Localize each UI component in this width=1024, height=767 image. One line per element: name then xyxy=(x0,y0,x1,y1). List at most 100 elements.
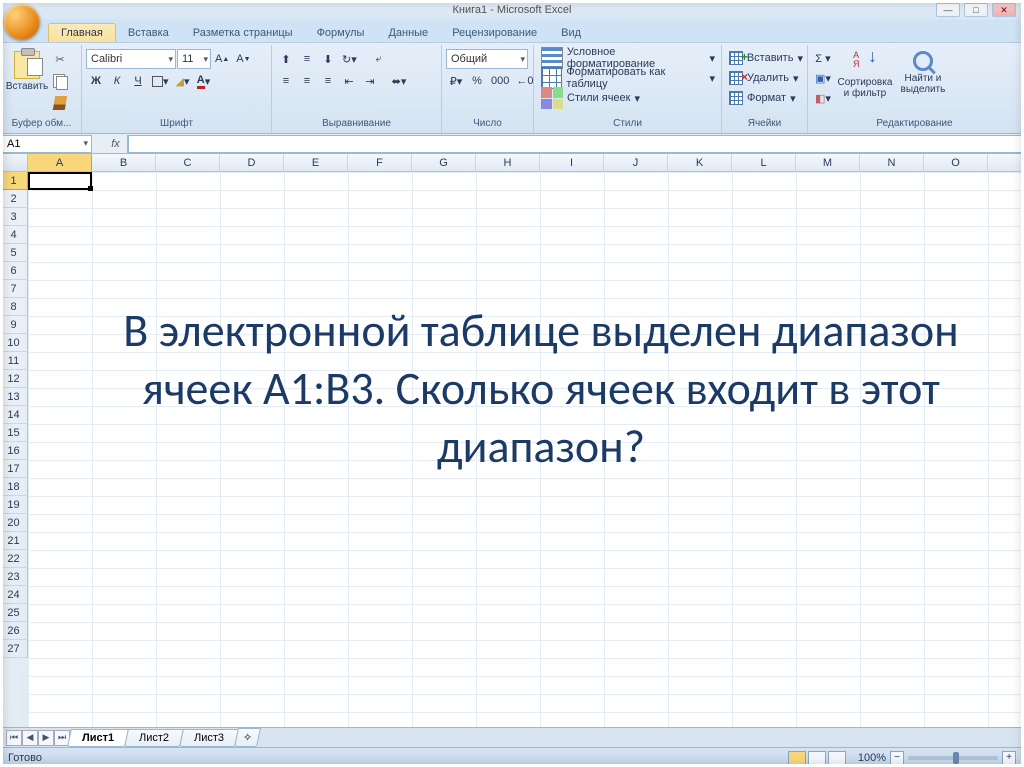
row-header-4[interactable]: 4 xyxy=(0,226,28,244)
row-header-18[interactable]: 18 xyxy=(0,478,28,496)
row-header-24[interactable]: 24 xyxy=(0,586,28,604)
name-box[interactable]: A1 xyxy=(2,135,92,153)
font-size-combo[interactable]: 11 xyxy=(177,49,211,69)
format-painter-button[interactable] xyxy=(50,93,70,113)
paste-button[interactable]: Вставить xyxy=(6,47,48,96)
row-header-6[interactable]: 6 xyxy=(0,262,28,280)
number-format-combo[interactable]: Общий xyxy=(446,49,528,69)
fill-color-button[interactable]: ◢▾ xyxy=(173,71,193,91)
border-button[interactable]: ▾ xyxy=(149,71,172,91)
align-right-button[interactable]: ≡ xyxy=(318,71,338,91)
row-header-9[interactable]: 9 xyxy=(0,316,28,334)
sheet-tab-2[interactable]: Лист2 xyxy=(124,729,184,747)
row-header-8[interactable]: 8 xyxy=(0,298,28,316)
insert-cells-button[interactable]: Вставить ▾ xyxy=(726,48,806,68)
col-header-I[interactable]: I xyxy=(540,154,604,171)
formula-bar[interactable] xyxy=(128,135,1022,153)
tab-home[interactable]: Главная xyxy=(48,23,116,42)
align-middle-button[interactable]: ≡ xyxy=(297,49,317,69)
col-header-A[interactable]: A xyxy=(28,154,92,171)
row-header-27[interactable]: 27 xyxy=(0,640,28,658)
row-header-20[interactable]: 20 xyxy=(0,514,28,532)
fx-button[interactable]: fx xyxy=(104,135,128,153)
wrap-text-button[interactable]: ⤶ xyxy=(361,49,397,69)
view-normal-button[interactable] xyxy=(788,751,806,765)
cell-styles-button[interactable]: Стили ячеек ▾ xyxy=(538,88,718,108)
conditional-formatting-button[interactable]: Условное форматирование ▾ xyxy=(538,48,718,68)
decrease-indent-button[interactable]: ⇤ xyxy=(339,71,359,91)
zoom-in-button[interactable]: + xyxy=(1002,751,1016,765)
row-header-25[interactable]: 25 xyxy=(0,604,28,622)
underline-button[interactable]: Ч xyxy=(128,71,148,91)
copy-button[interactable] xyxy=(50,71,70,91)
zoom-thumb[interactable] xyxy=(953,752,959,764)
cut-button[interactable]: ✂ xyxy=(50,49,70,69)
row-header-2[interactable]: 2 xyxy=(0,190,28,208)
col-header-E[interactable]: E xyxy=(284,154,348,171)
col-header-O[interactable]: O xyxy=(924,154,988,171)
format-cells-button[interactable]: Формат ▾ xyxy=(726,88,806,108)
row-header-14[interactable]: 14 xyxy=(0,406,28,424)
align-bottom-button[interactable]: ⬇ xyxy=(318,49,338,69)
row-header-7[interactable]: 7 xyxy=(0,280,28,298)
row-header-22[interactable]: 22 xyxy=(0,550,28,568)
sheet-nav-next[interactable]: ▶ xyxy=(38,730,54,746)
restore-button[interactable]: □ xyxy=(964,3,988,17)
new-sheet-button[interactable]: ✧ xyxy=(234,728,261,747)
sheet-nav-prev[interactable]: ◀ xyxy=(22,730,38,746)
autosum-button[interactable]: Σ ▾ xyxy=(812,48,834,68)
zoom-slider[interactable] xyxy=(908,756,998,760)
col-header-H[interactable]: H xyxy=(476,154,540,171)
minimize-button[interactable]: — xyxy=(936,3,960,17)
sheet-tab-3[interactable]: Лист3 xyxy=(179,729,239,747)
sheet-nav-first[interactable]: ⏮ xyxy=(6,730,22,746)
find-select-button[interactable]: Найти и выделить xyxy=(896,47,950,99)
col-header-J[interactable]: J xyxy=(604,154,668,171)
tab-view[interactable]: Вид xyxy=(549,24,593,42)
row-header-5[interactable]: 5 xyxy=(0,244,28,262)
tab-review[interactable]: Рецензирование xyxy=(440,24,549,42)
tab-data[interactable]: Данные xyxy=(376,24,440,42)
comma-button[interactable]: 000 xyxy=(488,71,512,91)
spreadsheet-grid[interactable]: A B C D E F G H I J K L M N O 1 2 3 4 5 … xyxy=(0,154,1024,727)
row-header-16[interactable]: 16 xyxy=(0,442,28,460)
tab-insert[interactable]: Вставка xyxy=(116,24,181,42)
col-header-N[interactable]: N xyxy=(860,154,924,171)
align-top-button[interactable]: ⬆ xyxy=(276,49,296,69)
font-color-button[interactable]: A▾ xyxy=(194,71,214,91)
zoom-percent[interactable]: 100% xyxy=(858,752,886,764)
italic-button[interactable]: К xyxy=(107,71,127,91)
delete-cells-button[interactable]: Удалить ▾ xyxy=(726,68,806,88)
row-header-17[interactable]: 17 xyxy=(0,460,28,478)
col-header-D[interactable]: D xyxy=(220,154,284,171)
sort-filter-button[interactable]: Сортировка и фильтр xyxy=(836,47,894,103)
align-center-button[interactable]: ≡ xyxy=(297,71,317,91)
format-as-table-button[interactable]: Форматировать как таблицу ▾ xyxy=(538,68,718,88)
tab-formulas[interactable]: Формулы xyxy=(305,24,377,42)
view-page-break-button[interactable] xyxy=(828,751,846,765)
font-family-combo[interactable]: Calibri xyxy=(86,49,176,69)
align-left-button[interactable]: ≡ xyxy=(276,71,296,91)
orientation-button[interactable]: ↻▾ xyxy=(339,49,360,69)
row-header-23[interactable]: 23 xyxy=(0,568,28,586)
row-header-10[interactable]: 10 xyxy=(0,334,28,352)
select-all-corner[interactable] xyxy=(0,154,28,171)
tab-page-layout[interactable]: Разметка страницы xyxy=(181,24,305,42)
clear-button[interactable]: ◧▾ xyxy=(812,88,834,108)
row-header-12[interactable]: 12 xyxy=(0,370,28,388)
row-header-11[interactable]: 11 xyxy=(0,352,28,370)
row-header-1[interactable]: 1 xyxy=(0,172,28,190)
view-page-layout-button[interactable] xyxy=(808,751,826,765)
row-header-21[interactable]: 21 xyxy=(0,532,28,550)
bold-button[interactable]: Ж xyxy=(86,71,106,91)
zoom-out-button[interactable]: − xyxy=(890,751,904,765)
col-header-L[interactable]: L xyxy=(732,154,796,171)
currency-button[interactable]: ₽▾ xyxy=(446,71,466,91)
active-cell-A1[interactable] xyxy=(28,172,92,190)
row-header-19[interactable]: 19 xyxy=(0,496,28,514)
col-header-C[interactable]: C xyxy=(156,154,220,171)
grow-font-button[interactable]: A▲ xyxy=(212,49,232,69)
row-header-3[interactable]: 3 xyxy=(0,208,28,226)
cells-area[interactable]: В электронной таблице выделен диапазон я… xyxy=(28,172,1024,727)
fill-button[interactable]: ▣▾ xyxy=(812,68,834,88)
